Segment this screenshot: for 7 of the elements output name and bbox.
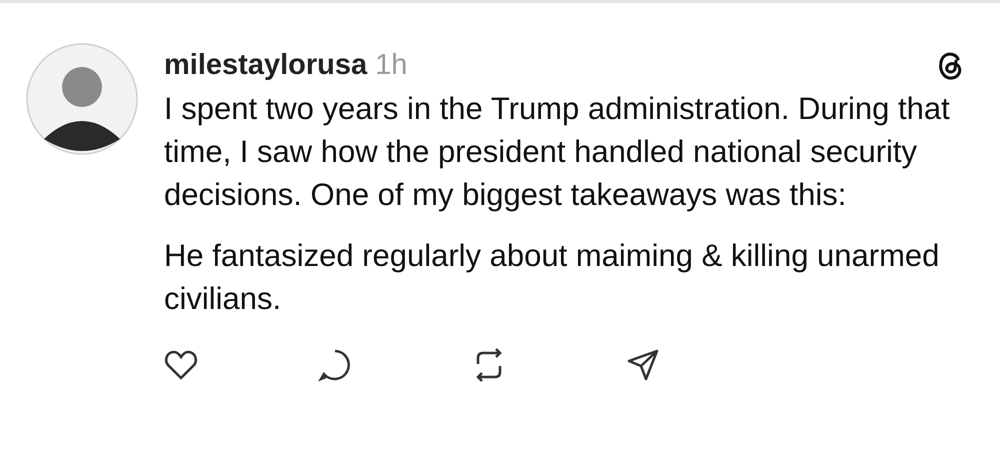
heart-icon[interactable] [164,348,198,382]
share-icon[interactable] [626,348,660,382]
post-text: He fantasized regularly about maiming & killing unarmed civilians. [164,237,940,318]
comment-icon[interactable] [318,348,352,382]
username[interactable]: milestaylorusa [164,48,368,80]
post-time: 1h [375,48,408,80]
post-text: I spent two years in the Trump administration. During that time, I saw how the president handled national security decisions. One of my biggest takeaways was this: [164,90,951,214]
